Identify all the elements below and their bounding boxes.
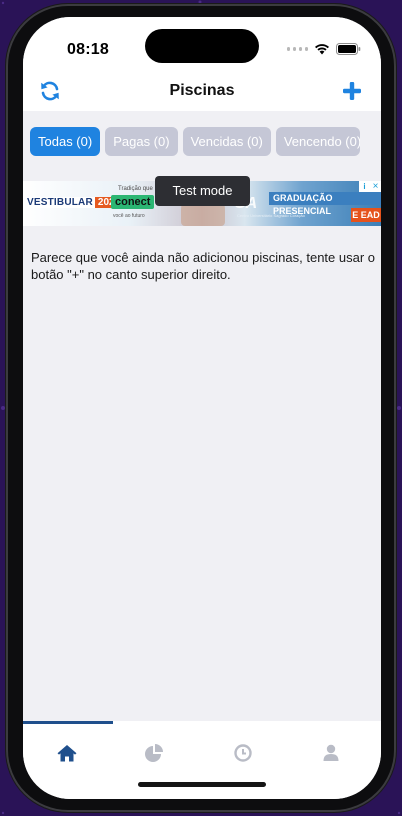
filter-tab-pagas[interactable]: Pagas (0) [105,127,178,156]
info-icon[interactable]: i [359,181,370,192]
app-screen: 08:18 Piscinas Todas (0) Pagas (0) Venci… [23,17,381,799]
ad-ead: E EAD [351,208,381,222]
ad-vestibular: VESTIBULAR 2025 [25,195,124,210]
tab-bar [23,721,381,799]
pie-chart-icon [145,744,163,762]
filter-tab-vencendo[interactable]: Vencendo (0) [275,127,360,156]
home-icon [57,745,77,762]
ad-highlight: conect [111,195,155,209]
close-icon[interactable]: × [370,181,381,192]
ad-choices: i × [359,181,381,192]
clock-icon [234,744,252,762]
test-mode-badge: Test mode [155,176,250,206]
home-indicator [138,782,266,787]
page-title: Piscinas [169,82,235,99]
dynamic-island [145,29,259,63]
active-tab-indicator [23,721,113,724]
filter-tab-vencidas[interactable]: Vencidas (0) [182,127,271,156]
signal-dots-icon [286,47,308,51]
filter-tab-todas[interactable]: Todas (0) [30,127,101,156]
ad-subline: você ao futuro [113,213,145,219]
ad-graduacao: GRADUAÇÃO PRESENCIAL [269,192,381,216]
navigation-bar: Piscinas [23,79,381,111]
status-bar: 08:18 [23,17,381,79]
empty-state-message: Parece que você ainda não adicionou pisc… [31,250,376,282]
battery-icon [336,43,361,55]
status-time: 08:18 [67,41,109,58]
tab-history[interactable] [232,742,254,764]
wifi-icon [315,44,329,55]
tab-home[interactable] [56,742,78,764]
filter-tabs: Todas (0) Pagas (0) Vencidas (0) Vencend… [30,127,360,156]
status-icons [286,43,362,55]
tab-reports[interactable] [143,742,165,764]
add-pool-button[interactable] [341,80,363,102]
plus-icon [343,82,361,100]
phone-frame: 08:18 Piscinas Todas (0) Pagas (0) Venci… [6,4,396,812]
user-icon [323,744,339,761]
ad-tagline: Tradição que [118,186,153,192]
ad-vestibular-label: VESTIBULAR [25,197,95,208]
tab-profile[interactable] [320,742,342,764]
